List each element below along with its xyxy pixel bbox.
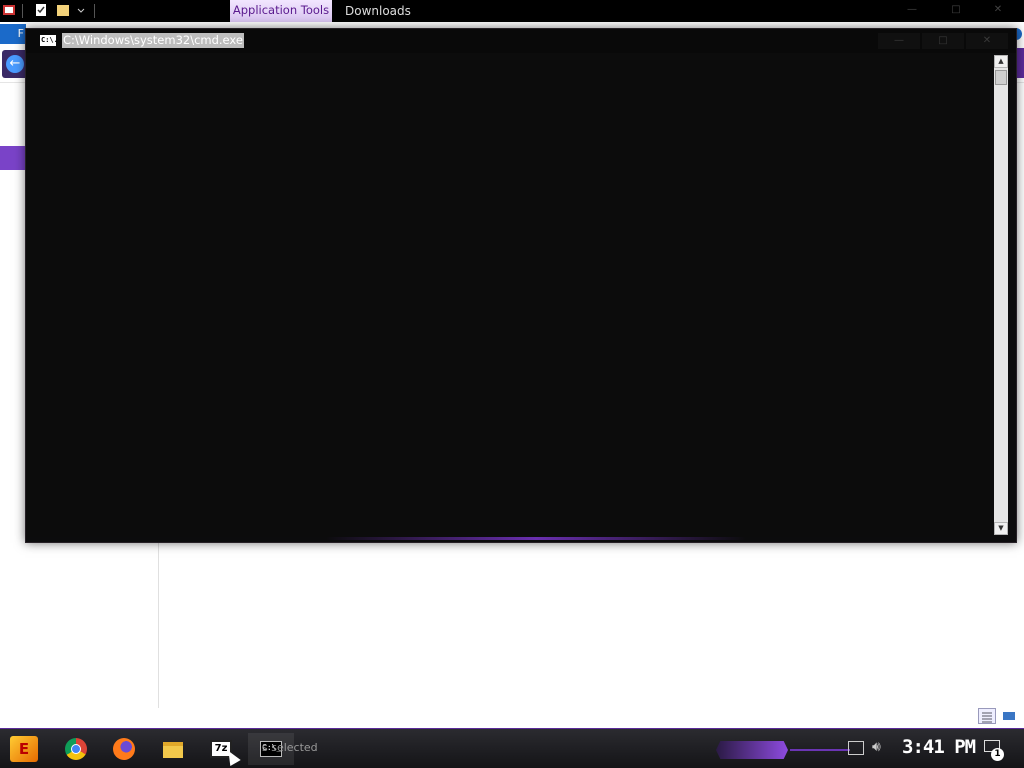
- cmd-close-button[interactable]: ✕: [966, 33, 1008, 49]
- new-folder-icon[interactable]: [56, 3, 70, 19]
- taskbar-clock[interactable]: 3:41 PM: [902, 736, 976, 758]
- file-explorer-taskbar-button[interactable]: [155, 733, 191, 765]
- application-tools-tab[interactable]: Application Tools: [230, 0, 332, 22]
- search-box-edge[interactable]: [1016, 48, 1024, 78]
- taskbar: E 7z C:\_ 🔊︎ 3:41 PM 1: [0, 728, 1024, 768]
- firefox-taskbar-button[interactable]: [106, 733, 142, 765]
- window-glow: [326, 537, 746, 540]
- customize-quick-access-icon[interactable]: [76, 3, 88, 19]
- chrome-taskbar-button[interactable]: [58, 733, 94, 765]
- back-arrow-icon: ←: [6, 55, 24, 73]
- volume-icon[interactable]: 🔊︎: [872, 739, 881, 755]
- start-icon: E: [10, 736, 38, 762]
- explorer-maximize-button[interactable]: □: [936, 4, 976, 18]
- file-tab[interactable]: F: [0, 24, 26, 44]
- scroll-up-arrow[interactable]: ▲: [994, 55, 1008, 68]
- large-icons-view-button[interactable]: [1000, 708, 1018, 724]
- folder-icon: [163, 742, 183, 758]
- explorer-minimize-button[interactable]: —: [892, 4, 932, 18]
- explorer-window-title: Downloads: [345, 4, 411, 18]
- explorer-app-icon[interactable]: [2, 3, 16, 19]
- cmd-app-icon[interactable]: C:\.: [40, 35, 58, 46]
- cmd-window[interactable]: C:\. C:\Windows\system32\cmd.exe — □ ✕ ▲…: [25, 28, 1017, 543]
- large-icons-icon: [1003, 712, 1015, 720]
- explorer-status-text: s selected: [262, 741, 318, 754]
- network-icon[interactable]: [848, 741, 864, 755]
- scrollbar-thumb[interactable]: [995, 70, 1007, 85]
- start-button[interactable]: E: [6, 733, 42, 765]
- quick-access-separator: [94, 4, 95, 18]
- console-vertical-scrollbar[interactable]: ▲ ▼: [994, 55, 1008, 535]
- cmd-titlebar[interactable]: C:\. C:\Windows\system32\cmd.exe — □ ✕: [26, 29, 1016, 53]
- details-view-button[interactable]: [978, 708, 996, 724]
- cmd-maximize-button[interactable]: □: [922, 33, 964, 49]
- notification-badge: 1: [991, 748, 1004, 761]
- chrome-icon: [65, 738, 87, 760]
- cmd-minimize-button[interactable]: —: [878, 33, 920, 49]
- explorer-close-button[interactable]: ✕: [978, 4, 1018, 18]
- cmd-window-title: C:\Windows\system32\cmd.exe: [62, 33, 244, 48]
- properties-icon[interactable]: [34, 3, 48, 19]
- explorer-titlebar: Application Tools Downloads — □ ✕: [0, 0, 1024, 22]
- scroll-down-arrow[interactable]: ▼: [994, 522, 1008, 535]
- navigation-pane-selected-item[interactable]: [0, 146, 26, 170]
- taskbar-accent-decoration: [716, 741, 788, 759]
- console-output-area[interactable]: [26, 53, 992, 537]
- firefox-icon: [113, 738, 135, 760]
- taskbar-accent-line: [790, 749, 850, 751]
- navigation-pane-divider[interactable]: [158, 540, 159, 708]
- quick-access-separator: [22, 4, 23, 18]
